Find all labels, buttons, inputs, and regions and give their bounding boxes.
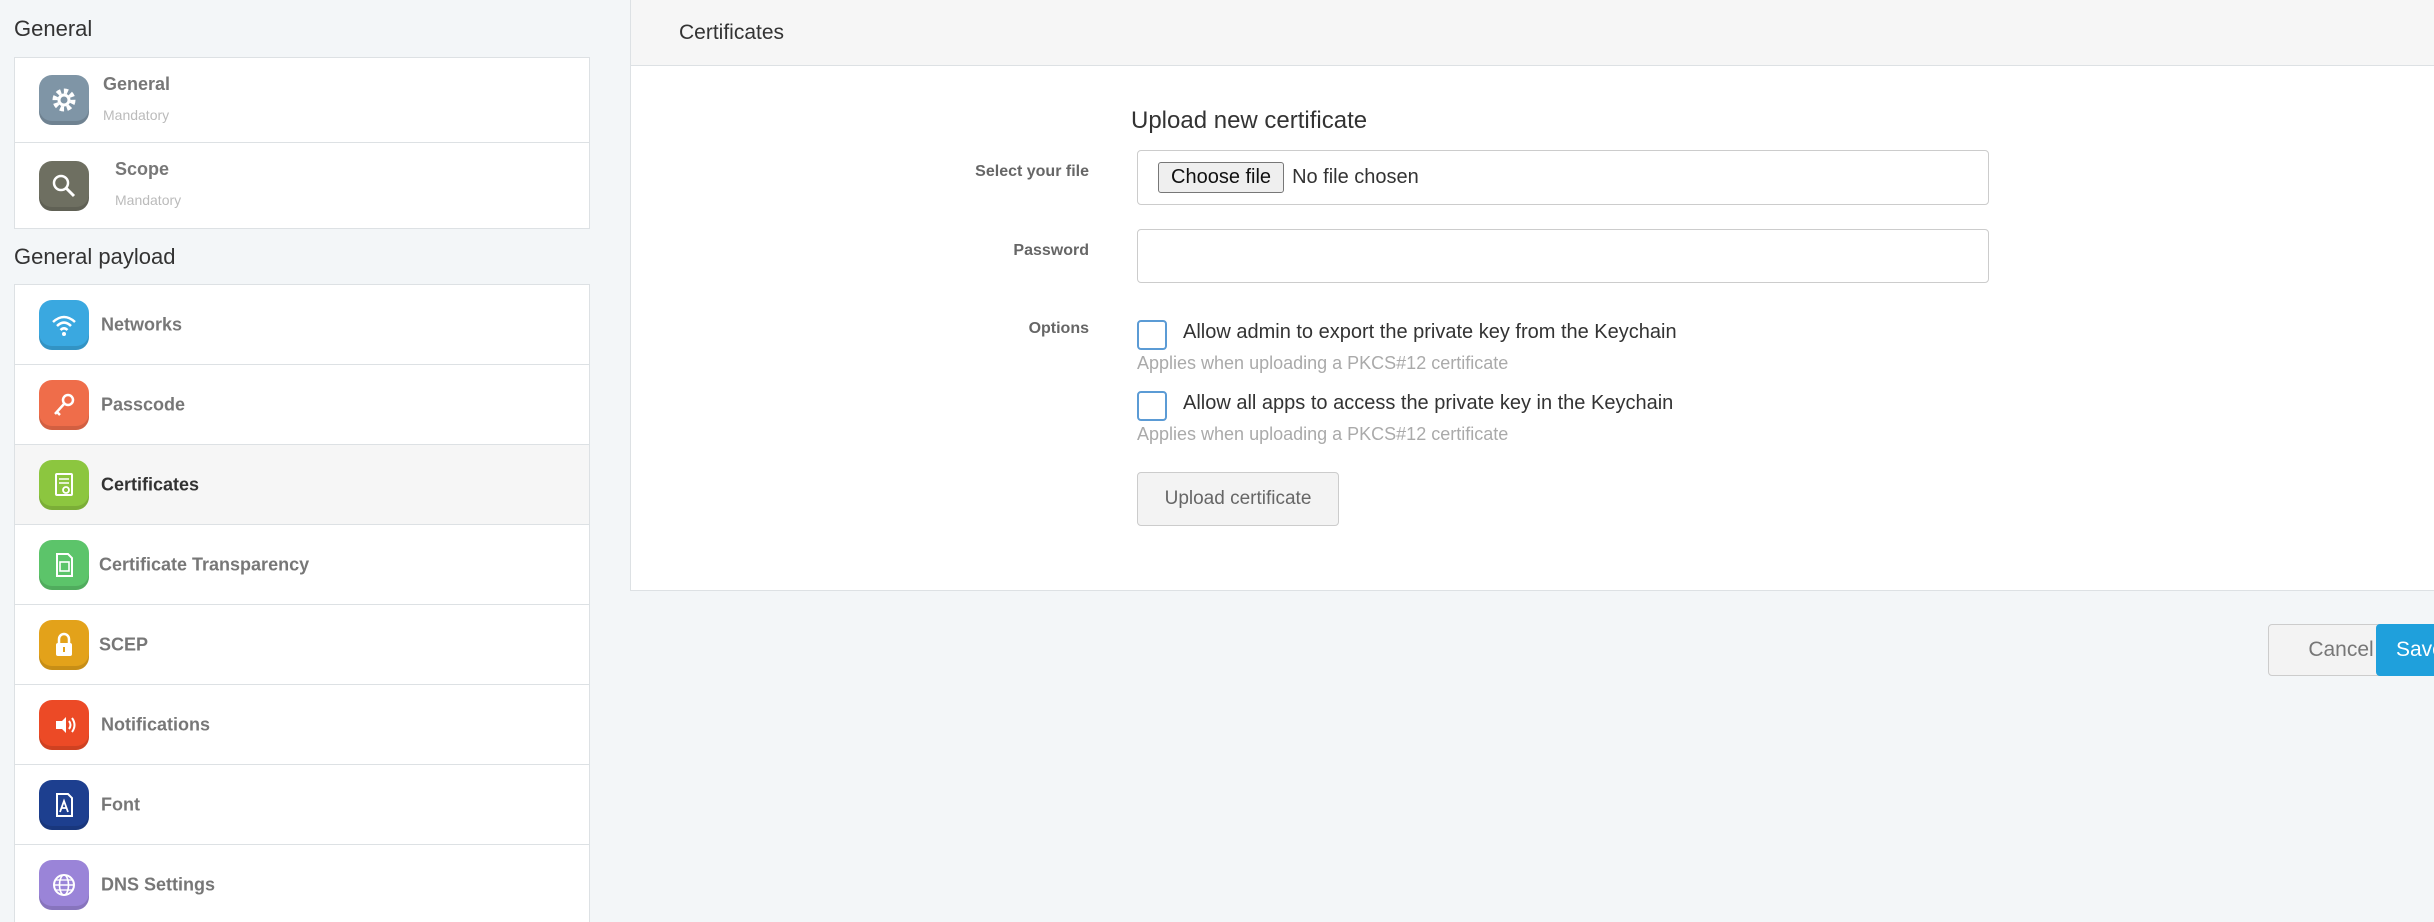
save-button[interactable]: Save (2376, 624, 2434, 676)
sidebar-item-certificate-transparency[interactable]: Certificate Transparency (15, 525, 589, 605)
notification-icon (39, 699, 89, 750)
sidebar-item-label: Scope (115, 159, 170, 179)
sidebar-item-label: Passcode (101, 394, 186, 414)
payload-list: Networks Passcode Certificates Certifica… (14, 284, 590, 922)
sidebar-item-label: Certificate Transparency (99, 554, 310, 574)
lock-icon (39, 619, 89, 670)
choose-file-button[interactable]: Choose file (1158, 162, 1285, 193)
sidebar-item-sublabel: Mandatory (115, 192, 182, 208)
sidebar-item-general[interactable]: General Mandatory (15, 58, 589, 143)
file-input[interactable]: Choose file No file chosen (1137, 150, 1989, 205)
sidebar-item-font[interactable]: Font (15, 765, 589, 845)
key-icon (39, 379, 89, 430)
sidebar-item-scep[interactable]: SCEP (15, 605, 589, 685)
card-header: Certificates (631, 0, 2434, 66)
globe-icon (39, 860, 89, 910)
card-title: Certificates (679, 20, 785, 44)
options-label: Options (1028, 320, 1089, 337)
allow-apps-help: Applies when uploading a PKCS#12 certifi… (1137, 424, 1509, 444)
certificate-icon (39, 459, 89, 510)
font-file-icon (39, 779, 89, 830)
sidebar-item-label: SCEP (99, 634, 149, 654)
sidebar-item-label: Font (101, 794, 140, 814)
sidebar-item-scope[interactable]: Scope Mandatory (15, 143, 589, 228)
export-private-key-label[interactable]: Allow admin to export the private key fr… (1183, 321, 1677, 344)
certificates-card: Certificates Upload new certificate Sele… (630, 0, 2434, 591)
allow-apps-checkbox[interactable] (1137, 391, 1167, 421)
sidebar-item-certificates[interactable]: Certificates (15, 445, 589, 525)
password-input[interactable] (1137, 229, 1989, 283)
wifi-icon (39, 299, 89, 350)
password-label: Password (1013, 242, 1089, 259)
section-title-payload: General payload (14, 244, 176, 269)
document-icon (39, 539, 89, 590)
magnifier-icon (39, 160, 89, 211)
export-private-key-checkbox[interactable] (1137, 320, 1167, 350)
section-title-general: General (14, 16, 93, 41)
no-file-text: No file chosen (1292, 166, 1419, 188)
sidebar-item-dns-settings[interactable]: DNS Settings (15, 845, 589, 922)
sidebar-item-label: Notifications (101, 714, 211, 734)
sidebar-item-label: General (103, 74, 171, 94)
general-list: General Mandatory Scope Mandatory (14, 57, 590, 229)
sidebar-item-networks[interactable]: Networks (15, 285, 589, 365)
export-private-key-help: Applies when uploading a PKCS#12 certifi… (1137, 353, 1509, 373)
upload-certificate-button[interactable]: Upload certificate (1137, 472, 1339, 526)
sidebar-item-passcode[interactable]: Passcode (15, 365, 589, 445)
sidebar: General General Mandatory Scope Mandator… (0, 0, 600, 922)
allow-apps-label[interactable]: Allow all apps to access the private key… (1183, 392, 1673, 415)
sidebar-item-label: DNS Settings (101, 874, 216, 895)
sidebar-item-label: Networks (101, 314, 183, 334)
sidebar-item-notifications[interactable]: Notifications (15, 685, 589, 765)
sidebar-item-label: Certificates (101, 474, 200, 494)
sidebar-item-sublabel: Mandatory (103, 107, 170, 123)
file-label: Select your file (975, 163, 1089, 180)
form-heading: Upload new certificate (1131, 107, 1368, 134)
gear-icon (39, 75, 89, 125)
